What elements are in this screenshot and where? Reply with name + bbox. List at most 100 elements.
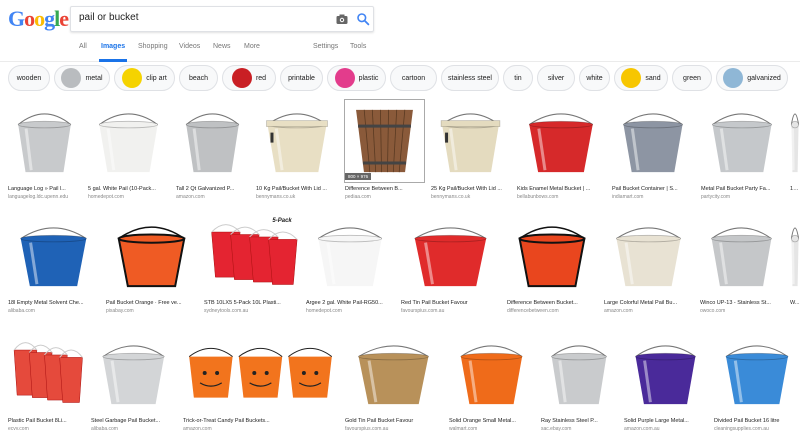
result-thumbnail[interactable]: [790, 100, 800, 182]
chip-silver[interactable]: silver: [537, 65, 575, 91]
image-result[interactable]: 18l Empty Metal Solvent Che... alibaba.co…: [8, 214, 99, 318]
result-caption[interactable]: STB 10LX5 5-Pack 10L Plasti...: [204, 300, 299, 306]
image-result[interactable]: W...: [790, 214, 800, 318]
image-result[interactable]: Plastic Pail Bucket 8Li... ecvv.com: [8, 332, 84, 436]
result-caption[interactable]: Tall 2 Qt Galvanized P...: [176, 186, 249, 192]
result-thumbnail[interactable]: [449, 332, 534, 414]
result-thumbnail[interactable]: [507, 214, 597, 296]
result-thumbnail[interactable]: [401, 214, 500, 296]
image-result[interactable]: 5 gal. White Pail (10-Pack... homedepot.c…: [88, 100, 169, 204]
result-thumbnail[interactable]: [790, 214, 800, 296]
result-thumbnail[interactable]: [541, 332, 617, 414]
image-result[interactable]: Tall 2 Qt Galvanized P... amazon.com: [176, 100, 249, 204]
image-result[interactable]: 5-Pack STB 10LX5 5-Pack 10L Plasti... sydn…: [204, 214, 299, 318]
result-caption[interactable]: 18l Empty Metal Solvent Che...: [8, 300, 99, 306]
chip-stainless-steel[interactable]: stainless steel: [441, 65, 499, 91]
search-input[interactable]: [79, 12, 319, 23]
image-result[interactable]: 10 Kg Pail/Bucket With Lid ... bennymans.…: [256, 100, 338, 204]
result-thumbnail[interactable]: [106, 214, 197, 296]
result-thumbnail[interactable]: [183, 332, 338, 414]
tab-shopping[interactable]: Shopping: [138, 43, 168, 50]
result-caption[interactable]: Kids Enamel Metal Bucket | ...: [517, 186, 605, 192]
tab-videos[interactable]: Videos: [179, 43, 200, 50]
result-thumbnail[interactable]: [700, 214, 783, 296]
search-icon[interactable]: [356, 12, 370, 26]
camera-icon[interactable]: [335, 12, 349, 26]
image-result[interactable]: Metal Pail Bucket Party Fa... partycity.c…: [701, 100, 783, 204]
result-caption[interactable]: W...: [790, 300, 800, 306]
result-thumbnail[interactable]: [306, 214, 394, 296]
result-thumbnail[interactable]: [431, 100, 510, 182]
image-result[interactable]: Red Tin Pail Bucket Favour favourspius.co…: [401, 214, 500, 318]
result-caption[interactable]: Difference Between B...: [345, 186, 424, 192]
result-caption[interactable]: Gold Tin Pail Bucket Favour: [345, 418, 442, 424]
result-caption[interactable]: Language Log » Pail l...: [8, 186, 81, 192]
tab-all[interactable]: All: [79, 43, 87, 50]
chip-clip-art[interactable]: clip art: [114, 65, 175, 91]
chip-wooden[interactable]: wooden: [8, 65, 50, 91]
tab-more[interactable]: More: [244, 43, 260, 50]
result-caption[interactable]: Pail Bucket Orange · Free ve...: [106, 300, 197, 306]
chip-galvanized[interactable]: galvanized: [716, 65, 788, 91]
image-result[interactable]: 800 × 976 Difference Between B... pediaa.c…: [345, 100, 424, 204]
result-caption[interactable]: Argee 2 gal. White Pail-RG50...: [306, 300, 394, 306]
result-caption[interactable]: Pail Bucket Container | S...: [612, 186, 694, 192]
result-thumbnail[interactable]: [714, 332, 800, 414]
result-thumbnail[interactable]: 800 × 976: [345, 100, 424, 182]
result-caption[interactable]: 16...: [790, 186, 800, 192]
chip-metal[interactable]: metal: [54, 65, 110, 91]
result-caption[interactable]: Metal Pail Bucket Party Fa...: [701, 186, 783, 192]
image-result[interactable]: Pail Bucket Container | S... indiamart.co…: [612, 100, 694, 204]
result-thumbnail[interactable]: [517, 100, 605, 182]
result-thumbnail[interactable]: [88, 100, 169, 182]
result-caption[interactable]: Divided Pail Bucket 16 litre: [714, 418, 800, 424]
result-caption[interactable]: Solid Purple Large Metal...: [624, 418, 707, 424]
image-result[interactable]: Winco UP-13 - Stainless St... owoco.com: [700, 214, 783, 318]
tab-news[interactable]: News: [213, 43, 231, 50]
chip-cartoon[interactable]: cartoon: [390, 65, 437, 91]
image-result[interactable]: Kids Enamel Metal Bucket | ... bellabunbo…: [517, 100, 605, 204]
image-result[interactable]: Large Colorful Metal Pail Bu... amazon.co…: [604, 214, 693, 318]
result-caption[interactable]: Solid Orange Small Metal...: [449, 418, 534, 424]
chip-tin[interactable]: tin: [503, 65, 533, 91]
result-caption[interactable]: Plastic Pail Bucket 8Li...: [8, 418, 84, 424]
image-result[interactable]: Pail Bucket Orange · Free ve... pixabay.c…: [106, 214, 197, 318]
chip-sand[interactable]: sand: [614, 65, 668, 91]
google-logo[interactable]: Google: [8, 6, 69, 32]
image-result[interactable]: 16...: [790, 100, 800, 204]
result-thumbnail[interactable]: [8, 100, 81, 182]
chip-red[interactable]: red: [222, 65, 276, 91]
result-thumbnail[interactable]: [8, 214, 99, 296]
image-result[interactable]: Language Log » Pail l... languagelog.ldc.…: [8, 100, 81, 204]
tab-settings[interactable]: Settings: [313, 43, 338, 50]
result-caption[interactable]: 25 Kg Pail/Bucket With Lid ...: [431, 186, 510, 192]
tab-tools[interactable]: Tools: [350, 43, 366, 50]
image-result[interactable]: Trick-or-Treat Candy Pail Buckets... amaz…: [183, 332, 338, 436]
result-caption[interactable]: Trick-or-Treat Candy Pail Buckets...: [183, 418, 338, 424]
chip-plastic[interactable]: plastic: [327, 65, 386, 91]
image-result[interactable]: Divided Pail Bucket 16 litre cleaningsupp…: [714, 332, 800, 436]
result-thumbnail[interactable]: [612, 100, 694, 182]
result-thumbnail[interactable]: [176, 100, 249, 182]
image-result[interactable]: Difference Between Bucket... differencebe…: [507, 214, 597, 318]
result-thumbnail[interactable]: [91, 332, 176, 414]
result-thumbnail[interactable]: [701, 100, 783, 182]
result-thumbnail[interactable]: 5-Pack: [204, 214, 299, 296]
chip-printable[interactable]: printable: [280, 65, 323, 91]
image-result[interactable]: Argee 2 gal. White Pail-RG50... homedepot…: [306, 214, 394, 318]
image-result[interactable]: Ray Stainless Steel P... sac.ebay.com: [541, 332, 617, 436]
tab-images[interactable]: Images: [101, 43, 125, 50]
image-result[interactable]: Solid Purple Large Metal... amazon.com.au: [624, 332, 707, 436]
result-caption[interactable]: Difference Between Bucket...: [507, 300, 597, 306]
result-thumbnail[interactable]: [345, 332, 442, 414]
image-result[interactable]: 25 Kg Pail/Bucket With Lid ... bennymans.…: [431, 100, 510, 204]
image-result[interactable]: Gold Tin Pail Bucket Favour favourspius.c…: [345, 332, 442, 436]
result-thumbnail[interactable]: [256, 100, 338, 182]
image-result[interactable]: Steel Garbage Pail Bucket... alibaba.com: [91, 332, 176, 436]
result-thumbnail[interactable]: [8, 332, 84, 414]
result-caption[interactable]: 5 gal. White Pail (10-Pack...: [88, 186, 169, 192]
result-caption[interactable]: Winco UP-13 - Stainless St...: [700, 300, 783, 306]
result-caption[interactable]: 10 Kg Pail/Bucket With Lid ...: [256, 186, 338, 192]
result-caption[interactable]: Steel Garbage Pail Bucket...: [91, 418, 176, 424]
image-result[interactable]: Solid Orange Small Metal... walmart.com: [449, 332, 534, 436]
